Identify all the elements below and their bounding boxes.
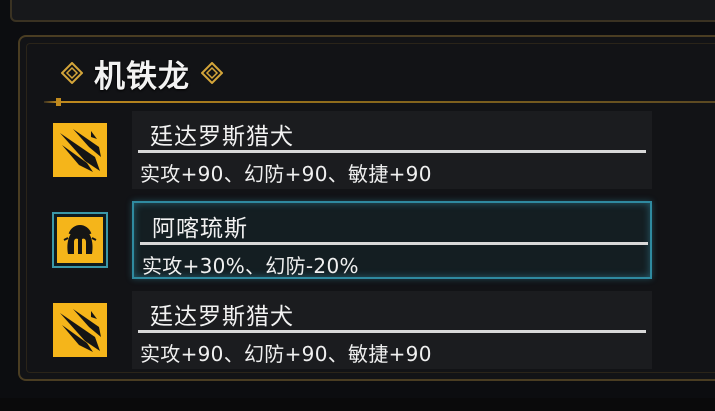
item-icon-frame[interactable] [52,122,108,178]
entry-name: 廷达罗斯猎犬 [150,124,294,150]
item-icon-frame[interactable] [52,302,108,358]
list-item-selected[interactable]: 阿喀琉斯 实攻+30%、幻防-20% [52,201,662,279]
entry-card[interactable]: 廷达罗斯猎犬 实攻+90、幻防+90、敏捷+90 [132,111,652,189]
entry-stats: 实攻+90、幻防+90、敏捷+90 [140,162,432,186]
entry-divider [138,330,646,333]
diamond-ornament-icon [200,61,224,85]
panel-header: 机铁龙 [60,50,224,96]
header-divider [44,98,715,106]
claw-slash-icon [53,303,107,357]
entry-card[interactable]: 廷达罗斯猎犬 实攻+90、幻防+90、敏捷+90 [132,291,652,369]
game-screen: 机铁龙 廷达罗斯猎犬 实攻+90、幻防+90、敏捷+90 阿喀琉斯 实攻+30%… [0,0,715,411]
entry-divider [140,242,648,245]
list-item[interactable]: 廷达罗斯猎犬 实攻+90、幻防+90、敏捷+90 [52,291,662,369]
entry-name: 廷达罗斯猎犬 [150,304,294,330]
spartan-helmet-icon [57,217,103,263]
list-item[interactable]: 廷达罗斯猎犬 实攻+90、幻防+90、敏捷+90 [52,111,662,189]
entry-card-selected[interactable]: 阿喀琉斯 实攻+30%、幻防-20% [132,201,652,279]
bottom-edge [0,398,715,411]
claw-slash-icon [53,123,107,177]
upper-panel-edge [10,0,715,22]
entry-divider [138,150,646,153]
entry-stats: 实攻+30%、幻防-20% [142,254,359,278]
panel-title: 机铁龙 [94,58,190,95]
diamond-ornament-icon [60,61,84,85]
entry-stats: 实攻+90、幻防+90、敏捷+90 [140,342,432,366]
entry-name: 阿喀琉斯 [152,216,248,242]
item-icon-frame-selected[interactable] [52,212,108,268]
